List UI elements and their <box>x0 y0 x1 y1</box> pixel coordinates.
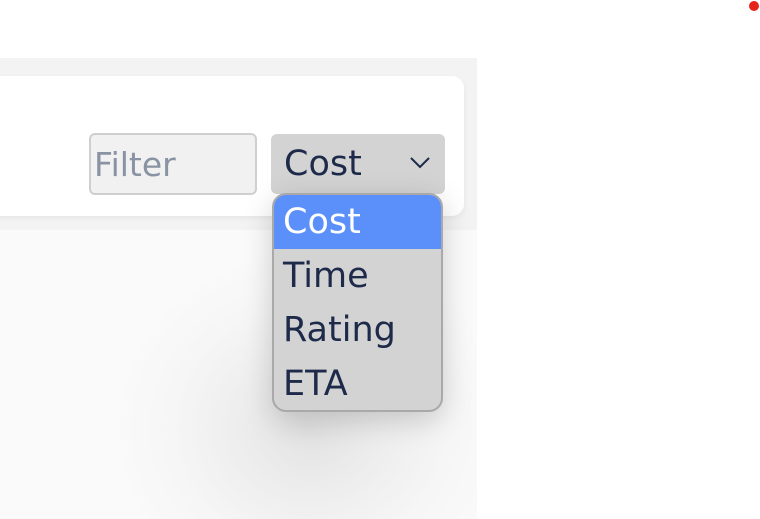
sort-options-dropdown: Cost Time Rating ETA <box>272 193 443 412</box>
chevron-down-icon <box>410 157 430 169</box>
option-rating[interactable]: Rating <box>274 303 441 357</box>
red-dot-indicator <box>749 1 759 11</box>
app-stage: Cost Cost Time Rating ETA <box>0 0 760 519</box>
filter-input[interactable] <box>89 133 257 195</box>
sort-select[interactable]: Cost <box>271 134 445 194</box>
option-cost[interactable]: Cost <box>274 195 441 249</box>
sort-select-value: Cost <box>284 144 362 184</box>
option-eta[interactable]: ETA <box>274 357 441 410</box>
option-time[interactable]: Time <box>274 249 441 303</box>
